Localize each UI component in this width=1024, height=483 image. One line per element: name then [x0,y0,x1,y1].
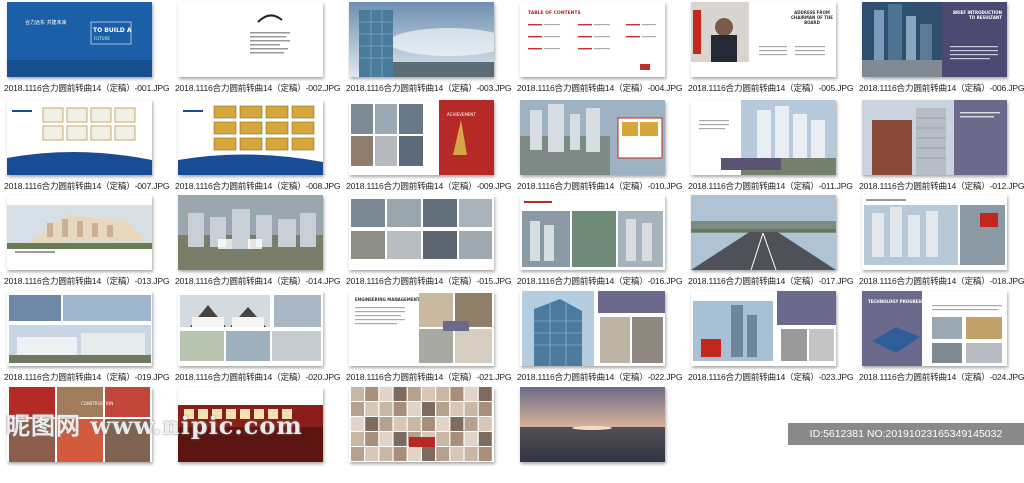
file-thumbnail-item[interactable] [517,387,667,483]
file-name-label: 2018.1116合力圆前转曲14（定稿）-010.JPG [517,181,683,191]
file-name-label: 2018.1116合力圆前转曲14（定稿）-022.JPG [517,372,683,382]
thumbnail-image[interactable] [862,100,1007,175]
thumbnail-image[interactable] [520,195,665,270]
file-name-label: 2018.1116合力圆前转曲14（定稿）-003.JPG [346,83,512,93]
file-thumbnail-item[interactable]: 2018.1116合力圆前转曲14（定稿）-007.JPG [4,100,170,196]
thumbnail-image[interactable]: BRIEF INTRODUCTION TO RESULTANT [862,2,1007,77]
thumbnail-image[interactable] [178,100,323,175]
svg-text:TECHNOLOGY PROGRESS: TECHNOLOGY PROGRESS [868,299,924,304]
file-thumbnail-item[interactable]: 2018.1116合力圆前转曲14（定稿）-016.JPG [517,195,683,291]
file-name-label: 2018.1116合力圆前转曲14（定稿）-009.JPG [346,181,512,191]
thumbnail-image[interactable] [7,195,152,270]
file-name-label: 2018.1116合力圆前转曲14（定稿）-011.JPG [688,181,853,191]
file-name-label: 2018.1116合力圆前转曲14（定稿）-019.JPG [4,372,170,382]
thumbnail-image[interactable] [520,387,665,462]
thumbnail-image[interactable] [349,387,494,462]
file-thumbnail-item[interactable]: 2018.1116合力圆前转曲14（定稿）-012.JPG [859,100,1024,196]
file-name-label: 2018.1116合力圆前转曲14（定稿）-023.JPG [688,372,854,382]
file-name-label: 2018.1116合力圆前转曲14（定稿）-020.JPG [175,372,341,382]
thumbnail-image[interactable] [691,100,836,175]
thumbnail-image[interactable]: 合力远东 共建未来 TO BUILD A FUTURE [7,2,152,77]
file-thumbnail-item[interactable]: 合力远东 共建未来 TO BUILD A FUTURE 2018.1116合力圆前转曲… [4,2,170,98]
file-name-label: 2018.1116合力圆前转曲14（定稿）-013.JPG [4,276,170,286]
thumbnail-image[interactable] [862,195,1007,270]
file-thumbnail-item[interactable]: 2018.1116合力圆前转曲14（定稿）-008.JPG [175,100,341,196]
file-thumbnail-item[interactable]: 2018.1116合力圆前转曲14（定稿）-002.JPG [175,2,341,98]
file-thumbnail-item[interactable] [346,387,496,483]
svg-text:TO BUILD A: TO BUILD A [93,27,132,34]
thumbnail-image[interactable] [691,291,836,366]
file-name-label: 2018.1116合力圆前转曲14（定稿）-016.JPG [517,276,683,286]
file-thumbnail-item[interactable]: ACHIEVEMENT 2018.1116合力圆前转曲14（定稿）-009.JPG [346,100,512,196]
file-name-label: 2018.1116合力圆前转曲14（定稿）-006.JPG [859,83,1024,93]
file-name-label: 2018.1116合力圆前转曲14（定稿）-014.JPG [175,276,341,286]
thumbnail-image[interactable] [7,100,152,175]
file-thumbnail-item[interactable]: 2018.1116合力圆前转曲14（定稿）-011.JPG [688,100,853,196]
file-name-label: 2018.1116合力圆前转曲14（定稿）-005.JPG [688,83,854,93]
file-name-label: 2018.1116合力圆前转曲14（定稿）-008.JPG [175,181,341,191]
file-thumbnail-item[interactable]: 2018.1116合力圆前转曲14（定稿）-003.JPG [346,2,512,98]
thumbnail-image[interactable] [7,291,152,366]
file-thumbnail-item[interactable]: 2018.1116合力圆前转曲14（定稿）-014.JPG [175,195,341,291]
thumbnail-image[interactable] [349,195,494,270]
file-thumbnail-item[interactable]: 2018.1116合力圆前转曲14（定稿）-010.JPG [517,100,683,196]
file-name-label: 2018.1116合力圆前转曲14（定稿）-024.JPG [859,372,1024,382]
file-thumbnail-item[interactable]: 2018.1116合力圆前转曲14（定稿）-018.JPG [859,195,1024,291]
thumbnail-image[interactable] [349,2,494,77]
file-name-label: 2018.1116合力圆前转曲14（定稿）-004.JPG [517,83,683,93]
file-thumbnail-item[interactable]: ENGINEERING MANAGEMENT 2018.1116合力圆前转曲14（… [346,291,512,387]
svg-text:ENGINEERING MANAGEMENT: ENGINEERING MANAGEMENT [355,297,420,302]
file-thumbnail-item[interactable]: 2018.1116合力圆前转曲14（定稿）-020.JPG [175,291,341,387]
file-name-label: 2018.1116合力圆前转曲14（定稿）-002.JPG [175,83,341,93]
file-name-label: 2018.1116合力圆前转曲14（定稿）-015.JPG [346,276,512,286]
watermark-logo: 昵图网 www.nipic.com [6,411,303,440]
file-thumbnail-item[interactable]: 2018.1116合力圆前转曲14（定稿）-019.JPG [4,291,170,387]
file-name-label: 2018.1116合力圆前转曲14（定稿）-018.JPG [859,276,1024,286]
thumbnail-image[interactable] [178,195,323,270]
thumbnail-image[interactable] [178,291,323,366]
file-thumbnail-item[interactable]: 2018.1116合力圆前转曲14（定稿）-022.JPG [517,291,683,387]
file-name-label: 2018.1116合力圆前转曲14（定稿）-007.JPG [4,181,170,191]
thumbnail-image[interactable] [178,2,323,77]
thumbnail-image[interactable]: ENGINEERING MANAGEMENT [349,291,494,366]
thumbnail-image[interactable]: ADDRESS FROM CHAIRMAN OF THE BOARD [691,2,836,77]
file-name-label: 2018.1116合力圆前转曲14（定稿）-012.JPG [859,181,1024,191]
file-thumbnail-item[interactable]: 2018.1116合力圆前转曲14（定稿）-013.JPG [4,195,170,291]
file-thumbnail-item[interactable]: BRIEF INTRODUCTION TO RESULTANT 2018.1116… [859,2,1024,98]
svg-text:ACHIEVEMENT: ACHIEVEMENT [447,112,476,117]
file-name-label: 2018.1116合力圆前转曲14（定稿）-001.JPG [4,83,170,93]
thumbnail-image[interactable] [520,291,665,366]
file-thumbnail-item[interactable]: TECHNOLOGY PROGRESS 2018.1116合力圆前转曲14（定稿）… [859,291,1024,387]
file-name-label: 2018.1116合力圆前转曲14（定稿）-021.JPG [346,372,512,382]
svg-text:TABLE OF CONTENTS: TABLE OF CONTENTS [528,10,581,16]
thumbnail-image[interactable]: TECHNOLOGY PROGRESS [862,291,1007,366]
file-thumbnail-item[interactable]: ADDRESS FROM CHAIRMAN OF THE BOARD 2018.1… [688,2,854,98]
svg-text:FUTURE: FUTURE [94,36,110,41]
file-thumbnail-item[interactable]: TABLE OF CONTENTS 2018.1116合力圆前转曲14（定稿）-0… [517,2,683,98]
file-thumbnail-item[interactable]: 2018.1116合力圆前转曲14（定稿）-023.JPG [688,291,854,387]
thumbnail-image[interactable] [691,195,836,270]
svg-text:合力远东 共建未来: 合力远东 共建未来 [25,19,67,26]
file-thumbnail-item[interactable]: 2018.1116合力圆前转曲14（定稿）-017.JPG [688,195,854,291]
file-name-label: 2018.1116合力圆前转曲14（定稿）-017.JPG [688,276,854,286]
thumbnail-image[interactable]: ACHIEVEMENT [349,100,494,175]
thumbnail-image[interactable]: TABLE OF CONTENTS [520,2,665,77]
thumbnail-image[interactable] [520,100,665,175]
file-thumbnail-item[interactable]: 2018.1116合力圆前转曲14（定稿）-015.JPG [346,195,512,291]
watermark-id: ID:5612381 NO:20191023165349145032 [788,423,1024,445]
